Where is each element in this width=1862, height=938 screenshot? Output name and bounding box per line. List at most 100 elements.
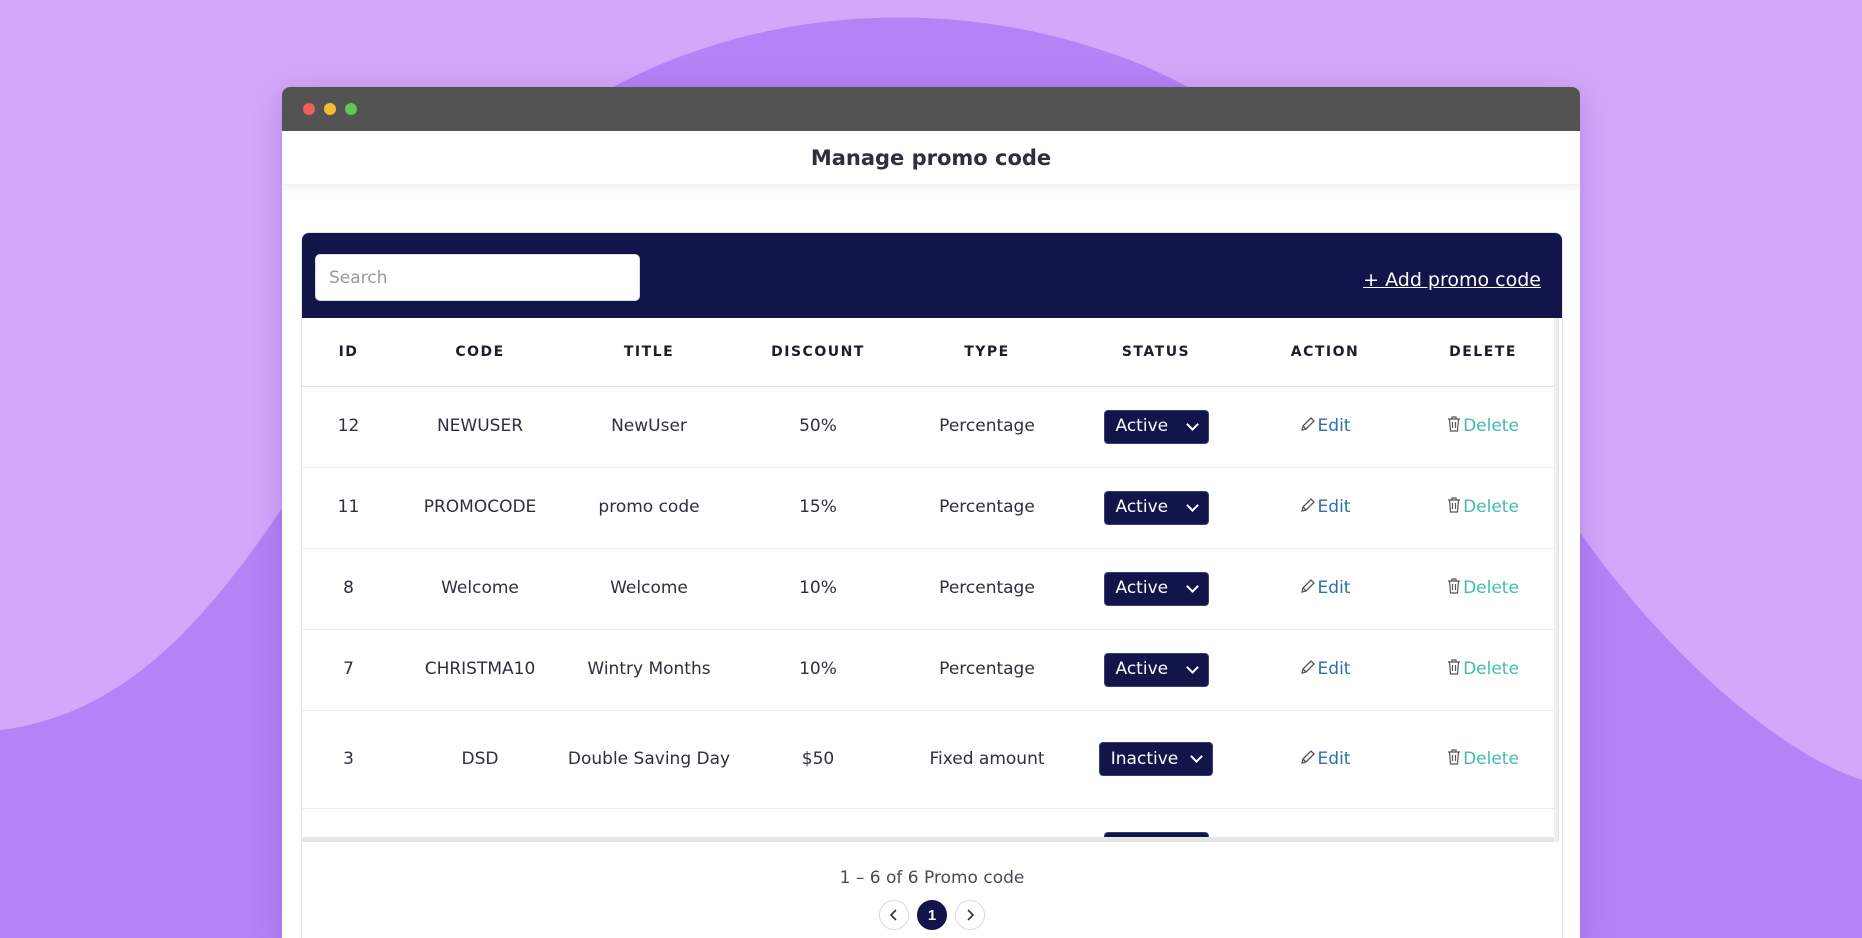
cell-type: Percentage: [903, 548, 1071, 630]
trash-icon: [1448, 416, 1461, 432]
status-select[interactable]: Active: [1103, 652, 1209, 687]
page-1-button[interactable]: 1: [917, 900, 947, 930]
column-header-action: ACTION: [1241, 318, 1409, 387]
trash-icon: [1448, 578, 1461, 594]
page-header: Manage promo code: [282, 131, 1580, 185]
cell-type: Percentage: [903, 386, 1071, 468]
cell-status: Inactive: [1071, 710, 1241, 809]
table-row: 11 PROMOCODE promo code 15% Percentage Active…: [302, 467, 1557, 549]
app-window: Manage promo code + Add promo code ID CO…: [282, 87, 1580, 938]
cell-code: Welcome: [395, 548, 565, 630]
cell-action: Edit: [1241, 710, 1409, 809]
cell-delete: Delete: [1409, 548, 1557, 630]
cell-title: Wintry Months: [565, 629, 733, 711]
prev-page-button[interactable]: [879, 900, 909, 930]
status-value: Active: [1115, 416, 1169, 436]
column-header-discount: DISCOUNT: [733, 318, 903, 387]
pencil-icon: [1300, 749, 1315, 764]
cell-action: Edit: [1241, 629, 1409, 711]
maximize-window-button[interactable]: [345, 103, 357, 115]
cell-code: PROMOCODE: [395, 467, 565, 549]
trash-icon: [1448, 659, 1461, 675]
status-select[interactable]: Active: [1103, 490, 1209, 525]
cell-type: Percentage: [903, 629, 1071, 711]
column-header-status: STATUS: [1071, 318, 1241, 387]
cell-code: NEWUSER: [395, 386, 565, 468]
next-page-button[interactable]: [955, 900, 985, 930]
cell-code: DSD: [395, 710, 565, 809]
trash-icon: [1448, 497, 1461, 513]
add-promo-code-link[interactable]: + Add promo code: [1363, 269, 1541, 291]
cell-discount: 10%: [733, 548, 903, 630]
cell-delete: Delete: [1409, 467, 1557, 549]
table-row: 8 Welcome Welcome 10% Percentage Active Edit De…: [302, 548, 1557, 630]
page-title: Manage promo code: [810, 145, 1052, 170]
chevron-left-icon: [889, 909, 897, 921]
cell-discount: $50: [733, 710, 903, 809]
cell-title: NewUser: [565, 386, 733, 468]
pencil-icon: [1300, 417, 1315, 431]
cell-discount: 10%: [733, 629, 903, 711]
status-value: Active: [1115, 497, 1169, 517]
table-scroll-area[interactable]: ID CODE TITLE DISCOUNT TYPE STATUS ACTIO…: [302, 318, 1559, 842]
cell-delete: Delete: [1409, 386, 1557, 468]
edit-button[interactable]: Edit: [1300, 416, 1351, 436]
cell-discount: 50%: [733, 386, 903, 468]
delete-label: Delete: [1463, 416, 1519, 436]
delete-button[interactable]: Delete: [1447, 749, 1519, 769]
cell-status: Active: [1071, 467, 1241, 549]
cell-type: Fixed amount: [903, 710, 1071, 809]
vertical-scrollbar[interactable]: [1554, 318, 1558, 842]
cell-status: Active: [1071, 629, 1241, 711]
column-header-title: TITLE: [565, 318, 733, 387]
promo-code-card: + Add promo code ID CODE TITLE DISCOUNT …: [301, 232, 1563, 938]
cell-id: 12: [302, 386, 395, 468]
status-value: Active: [1115, 659, 1169, 679]
edit-label: Edit: [1317, 578, 1351, 598]
pencil-icon: [1300, 498, 1315, 512]
status-select[interactable]: Active: [1103, 409, 1209, 444]
delete-button[interactable]: Delete: [1447, 497, 1519, 517]
delete-button[interactable]: Delete: [1447, 416, 1519, 436]
cell-status: Active: [1071, 386, 1241, 468]
edit-button[interactable]: Edit: [1300, 748, 1351, 769]
delete-button[interactable]: Delete: [1447, 578, 1519, 598]
close-window-button[interactable]: [303, 103, 315, 115]
table-header: ID CODE TITLE DISCOUNT TYPE STATUS ACTIO…: [302, 318, 1557, 387]
trash-icon: [1448, 748, 1461, 765]
cell-delete: Delete: [1409, 710, 1557, 809]
delete-button[interactable]: Delete: [1447, 659, 1519, 679]
column-header-code: CODE: [395, 318, 565, 387]
search-input[interactable]: [315, 254, 640, 301]
cell-action: Edit: [1241, 548, 1409, 630]
column-header-id: ID: [302, 318, 395, 387]
status-select[interactable]: Active: [1103, 571, 1209, 606]
table-footer: 1 – 6 of 6 Promo code 1: [302, 842, 1562, 938]
edit-button[interactable]: Edit: [1300, 659, 1350, 679]
pagination-summary: 1 – 6 of 6 Promo code: [839, 868, 1025, 888]
edit-button[interactable]: Edit: [1300, 578, 1351, 598]
pencil-icon: [1300, 579, 1315, 593]
delete-label: Delete: [1463, 578, 1519, 598]
chevron-down-icon: [1185, 498, 1199, 512]
promo-code-table: ID CODE TITLE DISCOUNT TYPE STATUS ACTIO…: [302, 318, 1557, 842]
delete-label: Delete: [1463, 659, 1519, 679]
cell-id: 8: [302, 548, 395, 630]
table-row: 3 DSD Double Saving Day $50 Fixed amount Inac…: [302, 710, 1557, 809]
cell-status: Active: [1071, 548, 1241, 630]
chevron-down-icon: [1185, 417, 1199, 431]
window-titlebar: [282, 87, 1580, 131]
edit-label: Edit: [1317, 497, 1351, 517]
minimize-window-button[interactable]: [324, 103, 336, 115]
status-select[interactable]: Inactive: [1098, 742, 1214, 776]
cell-delete: Delete: [1409, 629, 1557, 711]
column-header-type: TYPE: [903, 318, 1071, 387]
cell-title: Double Saving Day: [565, 710, 733, 809]
edit-label: Edit: [1317, 748, 1351, 769]
edit-label: Edit: [1317, 416, 1351, 436]
cell-title: Welcome: [565, 548, 733, 630]
status-value: Active: [1115, 578, 1169, 598]
edit-button[interactable]: Edit: [1300, 497, 1351, 517]
cell-id: 11: [302, 467, 395, 549]
table-body: 12 NEWUSER NewUser 50% Percentage Active Edit D…: [302, 386, 1557, 842]
